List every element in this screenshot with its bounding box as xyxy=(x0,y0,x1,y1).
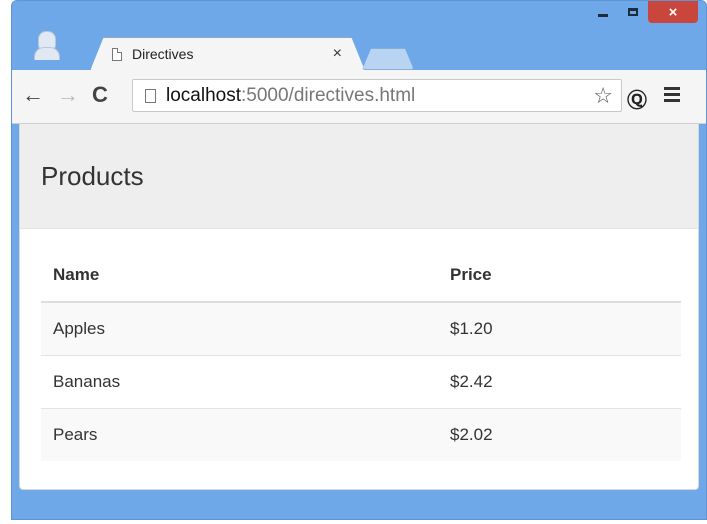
product-price: $1.20 xyxy=(438,301,681,356)
page-title: Products xyxy=(41,160,144,191)
product-price: $2.02 xyxy=(438,408,681,461)
menu-bar xyxy=(664,99,680,102)
reload-button[interactable]: C xyxy=(92,84,108,106)
url-path: :5000/directives.html xyxy=(241,84,416,106)
jumbotron: Products xyxy=(20,124,698,229)
product-name: Bananas xyxy=(41,355,438,409)
address-url[interactable]: localhost:5000/directives.html xyxy=(166,85,593,107)
extension-icon[interactable]: Ⓠ xyxy=(627,84,647,113)
new-tab-button[interactable] xyxy=(362,48,414,70)
menu-bar xyxy=(664,93,680,96)
page-icon xyxy=(112,47,122,61)
tab-close-button[interactable]: × xyxy=(333,45,342,63)
avatar-body xyxy=(34,47,60,60)
minimize-button[interactable] xyxy=(588,1,618,23)
browser-window: × Directives × ← → C localhost:5000/dire… xyxy=(11,0,707,520)
product-name: Apples xyxy=(41,301,438,356)
menu-icon[interactable] xyxy=(664,87,680,105)
product-price: $2.42 xyxy=(438,355,681,409)
table-row: Bananas $2.42 xyxy=(41,355,681,409)
back-button[interactable]: ← xyxy=(22,84,44,106)
maximize-icon xyxy=(628,8,638,16)
table-row: Apples $1.20 xyxy=(41,301,681,356)
url-host: localhost xyxy=(166,84,241,106)
column-header-name: Name xyxy=(41,249,438,303)
forward-button[interactable]: → xyxy=(57,84,79,106)
tab-content: Directives × xyxy=(108,37,348,71)
minimize-icon xyxy=(598,13,608,17)
table-row: Pears $2.02 xyxy=(41,408,681,461)
table-header-row: Name Price xyxy=(41,249,681,303)
tab-title: Directives xyxy=(132,46,194,62)
bookmark-star-icon[interactable]: ☆ xyxy=(593,83,613,109)
menu-bar xyxy=(664,87,680,90)
window-controls: × xyxy=(588,1,698,25)
profile-avatar-icon[interactable] xyxy=(34,29,60,60)
address-bar[interactable]: localhost:5000/directives.html ☆ xyxy=(132,79,622,112)
page-viewport: Products Name Price Apples $1.20 Bananas… xyxy=(19,124,699,490)
page-icon xyxy=(145,88,156,103)
products-table: Name Price Apples $1.20 Bananas $2.42 Pe… xyxy=(41,249,681,461)
maximize-button[interactable] xyxy=(618,1,648,23)
column-header-price: Price xyxy=(438,249,681,303)
close-window-button[interactable]: × xyxy=(648,1,698,23)
product-name: Pears xyxy=(41,408,438,461)
browser-toolbar: ← → C localhost:5000/directives.html ☆ Ⓠ xyxy=(12,70,706,124)
